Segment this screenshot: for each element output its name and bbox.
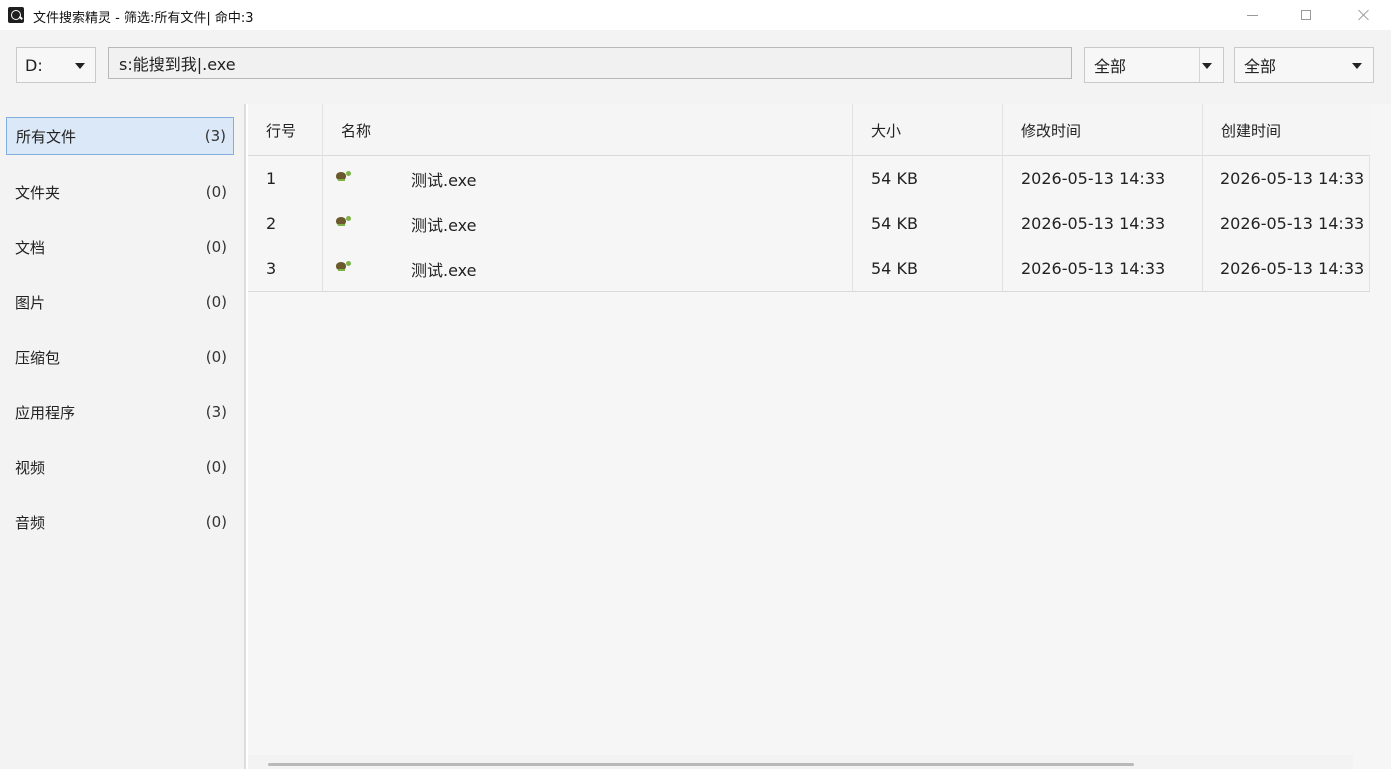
sidebar-item-label: 所有文件 [16, 127, 77, 146]
cell-size: 54 KB [853, 201, 1003, 246]
cell-created: 2026-05-13 14:33 [1203, 201, 1370, 246]
column-header-modified[interactable]: 修改时间 [1003, 104, 1203, 156]
window-title: 文件搜索精灵 - 筛选:所有文件| 命中:3 [33, 11, 254, 26]
results-panel: 行号 名称 大小 修改时间 创建时间 1 测试.exe 54 KB 2026-0… [248, 104, 1391, 769]
sidebar-item-count: (3) [205, 403, 227, 421]
cell-created: 2026-05-13 14:33 [1203, 246, 1370, 291]
sidebar-item-video[interactable]: 视频 (0) [6, 448, 234, 486]
drive-select[interactable]: D: [16, 47, 96, 83]
table-body: 1 测试.exe 54 KB 2026-05-13 14:33 2026-05-… [248, 156, 1370, 292]
column-header-line[interactable]: 行号 [248, 104, 323, 156]
title-bar: 文件搜索精灵 - 筛选:所有文件| 命中:3 [0, 0, 1391, 30]
cell-name-text: 测试.exe [411, 170, 477, 190]
table-row[interactable]: 1 测试.exe 54 KB 2026-05-13 14:33 2026-05-… [248, 156, 1370, 201]
filter-select-2-value: 全部 [1244, 57, 1277, 76]
sidebar-item-label: 音频 [15, 513, 46, 532]
cell-size: 54 KB [853, 156, 1003, 201]
minimize-icon [1246, 14, 1258, 16]
drive-value: D: [25, 55, 43, 75]
filter-select-1-value: 全部 [1094, 57, 1127, 76]
cell-name-text: 测试.exe [411, 260, 477, 280]
search-input-value: s:能搜到我|.exe [119, 55, 236, 74]
toolbar: D: s:能搜到我|.exe 全部 全部 [0, 30, 1391, 104]
cell-size: 54 KB [853, 246, 1003, 291]
close-icon [1358, 9, 1370, 21]
cell-modified: 2026-05-13 14:33 [1003, 156, 1203, 201]
cell-line: 1 [248, 156, 323, 201]
sidebar-item-label: 应用程序 [15, 403, 76, 422]
table-header: 行号 名称 大小 修改时间 创建时间 [248, 104, 1370, 156]
sidebar-item-label: 压缩包 [15, 348, 61, 367]
maximize-button[interactable] [1280, 0, 1332, 30]
sidebar-item-count: (0) [205, 238, 227, 256]
minimize-button[interactable] [1226, 0, 1278, 30]
horizontal-scroll-thumb[interactable] [268, 763, 1134, 766]
cell-line: 3 [248, 246, 323, 291]
sidebar-item-count: (0) [205, 513, 227, 531]
category-sidebar: 所有文件 (3) 文件夹 (0) 文档 (0) 图片 (0) 压缩包 (0) 应… [0, 104, 246, 769]
cell-name: 测试.exe [323, 201, 853, 246]
column-header-size[interactable]: 大小 [853, 104, 1003, 156]
select-divider [1199, 48, 1200, 82]
filter-select-2[interactable]: 全部 [1234, 47, 1374, 83]
cell-name: 测试.exe [323, 246, 853, 291]
sidebar-item-label: 视频 [15, 458, 46, 477]
cell-created: 2026-05-13 14:33 [1203, 156, 1370, 201]
sidebar-item-documents[interactable]: 文档 (0) [6, 228, 234, 266]
sidebar-item-count: (0) [205, 458, 227, 476]
search-input[interactable]: s:能搜到我|.exe [108, 47, 1072, 79]
sidebar-item-images[interactable]: 图片 (0) [6, 283, 234, 321]
turtle-exe-icon [336, 170, 352, 182]
column-header-name[interactable]: 名称 [323, 104, 853, 156]
chevron-down-icon [1352, 63, 1362, 69]
filter-select-1[interactable]: 全部 [1084, 47, 1224, 83]
sidebar-item-archives[interactable]: 压缩包 (0) [6, 338, 234, 376]
sidebar-item-count: (0) [205, 293, 227, 311]
chevron-down-icon [75, 63, 85, 69]
search-app-icon [8, 7, 24, 23]
sidebar-item-label: 图片 [15, 293, 46, 312]
sidebar-item-applications[interactable]: 应用程序 (3) [6, 393, 234, 431]
sidebar-item-all-files[interactable]: 所有文件 (3) [6, 117, 234, 155]
cell-name: 测试.exe [323, 156, 853, 201]
maximize-icon [1301, 10, 1311, 20]
horizontal-scrollbar[interactable] [248, 755, 1353, 769]
table-row[interactable]: 3 测试.exe 54 KB 2026-05-13 14:33 2026-05-… [248, 246, 1370, 291]
sidebar-item-label: 文件夹 [15, 183, 61, 202]
turtle-exe-icon [336, 260, 352, 272]
sidebar-item-count: (0) [205, 348, 227, 366]
cell-modified: 2026-05-13 14:33 [1003, 201, 1203, 246]
close-button[interactable] [1338, 0, 1390, 30]
column-header-created[interactable]: 创建时间 [1203, 104, 1370, 156]
cell-modified: 2026-05-13 14:33 [1003, 246, 1203, 291]
sidebar-item-count: (3) [204, 127, 226, 145]
cell-name-text: 测试.exe [411, 215, 477, 235]
turtle-exe-icon [336, 215, 352, 227]
chevron-down-icon [1202, 63, 1212, 69]
sidebar-item-label: 文档 [15, 238, 46, 257]
cell-line: 2 [248, 201, 323, 246]
sidebar-item-folders[interactable]: 文件夹 (0) [6, 173, 234, 211]
table-row[interactable]: 2 测试.exe 54 KB 2026-05-13 14:33 2026-05-… [248, 201, 1370, 246]
sidebar-item-audio[interactable]: 音频 (0) [6, 503, 234, 541]
sidebar-item-count: (0) [205, 183, 227, 201]
